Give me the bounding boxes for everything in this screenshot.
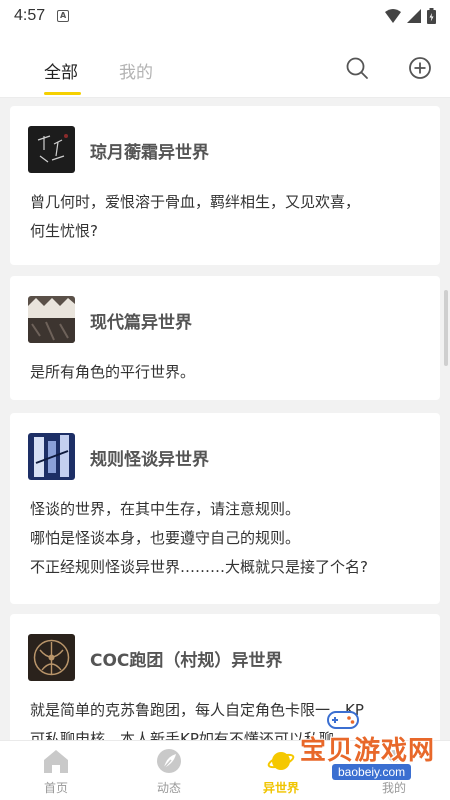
world-thumbnail [28,433,75,480]
tab-all[interactable]: 全部 [44,58,78,83]
feather-icon [157,749,181,773]
world-thumbnail [28,296,75,343]
world-description: 曾几何时，爱恨溶于骨血，羁绊相生，又见欢喜， 何生忧恨? [30,188,426,246]
battery-icon [427,8,436,24]
world-card[interactable]: 规则怪谈异世界 怪谈的世界，在其中生存，请注意规则。 哪怕是怪谈本身，也要遵守自… [10,413,440,604]
nav-feed[interactable]: 动态 [124,741,214,800]
world-card[interactable]: 琼月蘅霜异世界 曾几何时，爱恨溶于骨血，羁绊相生，又见欢喜， 何生忧恨? [10,106,440,265]
add-circle-icon[interactable] [408,56,432,80]
status-time: 4:57 [14,7,46,24]
description-line: 哪怕是怪谈本身，也要遵守自己的规则。 [30,529,301,547]
world-thumbnail [28,126,75,173]
scrollbar-thumb[interactable] [444,290,448,366]
world-title: 现代篇异世界 [90,313,192,333]
search-icon[interactable] [345,56,369,80]
world-thumbnail [28,634,75,681]
home-icon [44,750,68,773]
wifi-icon [385,9,401,23]
world-title: 琼月蘅霜异世界 [90,143,209,163]
top-header: 全部 我的 [0,32,450,98]
signal-icon [407,9,421,23]
status-bar: 4:57 A [0,0,450,32]
description-line: 不正经规则怪谈异世界………大概就只是接了个名? [30,558,368,576]
nav-label: 首页 [43,781,68,795]
description-line: 怪谈的世界，在其中生存，请注意规则。 [30,500,301,518]
gamepad-icon [327,711,359,729]
description-line: 曾几何时，爱恨溶于骨血，羁绊相生，又见欢喜， [30,193,361,211]
status-icons [385,8,436,24]
world-title: COC跑团（村规）异世界 [90,651,283,671]
world-title: 规则怪谈异世界 [90,450,209,470]
world-card[interactable]: 现代篇异世界 是所有角色的平行世界。 [10,276,440,400]
world-description: 是所有角色的平行世界。 [30,358,426,387]
world-description: 怪谈的世界，在其中生存，请注意规则。 哪怕是怪谈本身，也要遵守自己的规则。 不正… [30,495,426,582]
description-line: 是所有角色的平行世界。 [30,363,196,381]
watermark-url: baobeiy.com [332,764,412,780]
nav-label: 动态 [156,781,181,795]
notification-icon: A [57,10,70,22]
active-tab-indicator [44,92,81,95]
world-list[interactable]: 琼月蘅霜异世界 曾几何时，爱恨溶于骨血，羁绊相生，又见欢喜， 何生忧恨? 现代篇… [0,98,450,740]
tab-mine[interactable]: 我的 [119,58,153,83]
nav-home[interactable]: 首页 [11,741,101,800]
description-line: 何生忧恨? [30,222,98,240]
watermark-text: 宝贝游戏网 [300,736,436,766]
site-watermark: 宝贝游戏网 baobeiy.com [278,711,434,788]
